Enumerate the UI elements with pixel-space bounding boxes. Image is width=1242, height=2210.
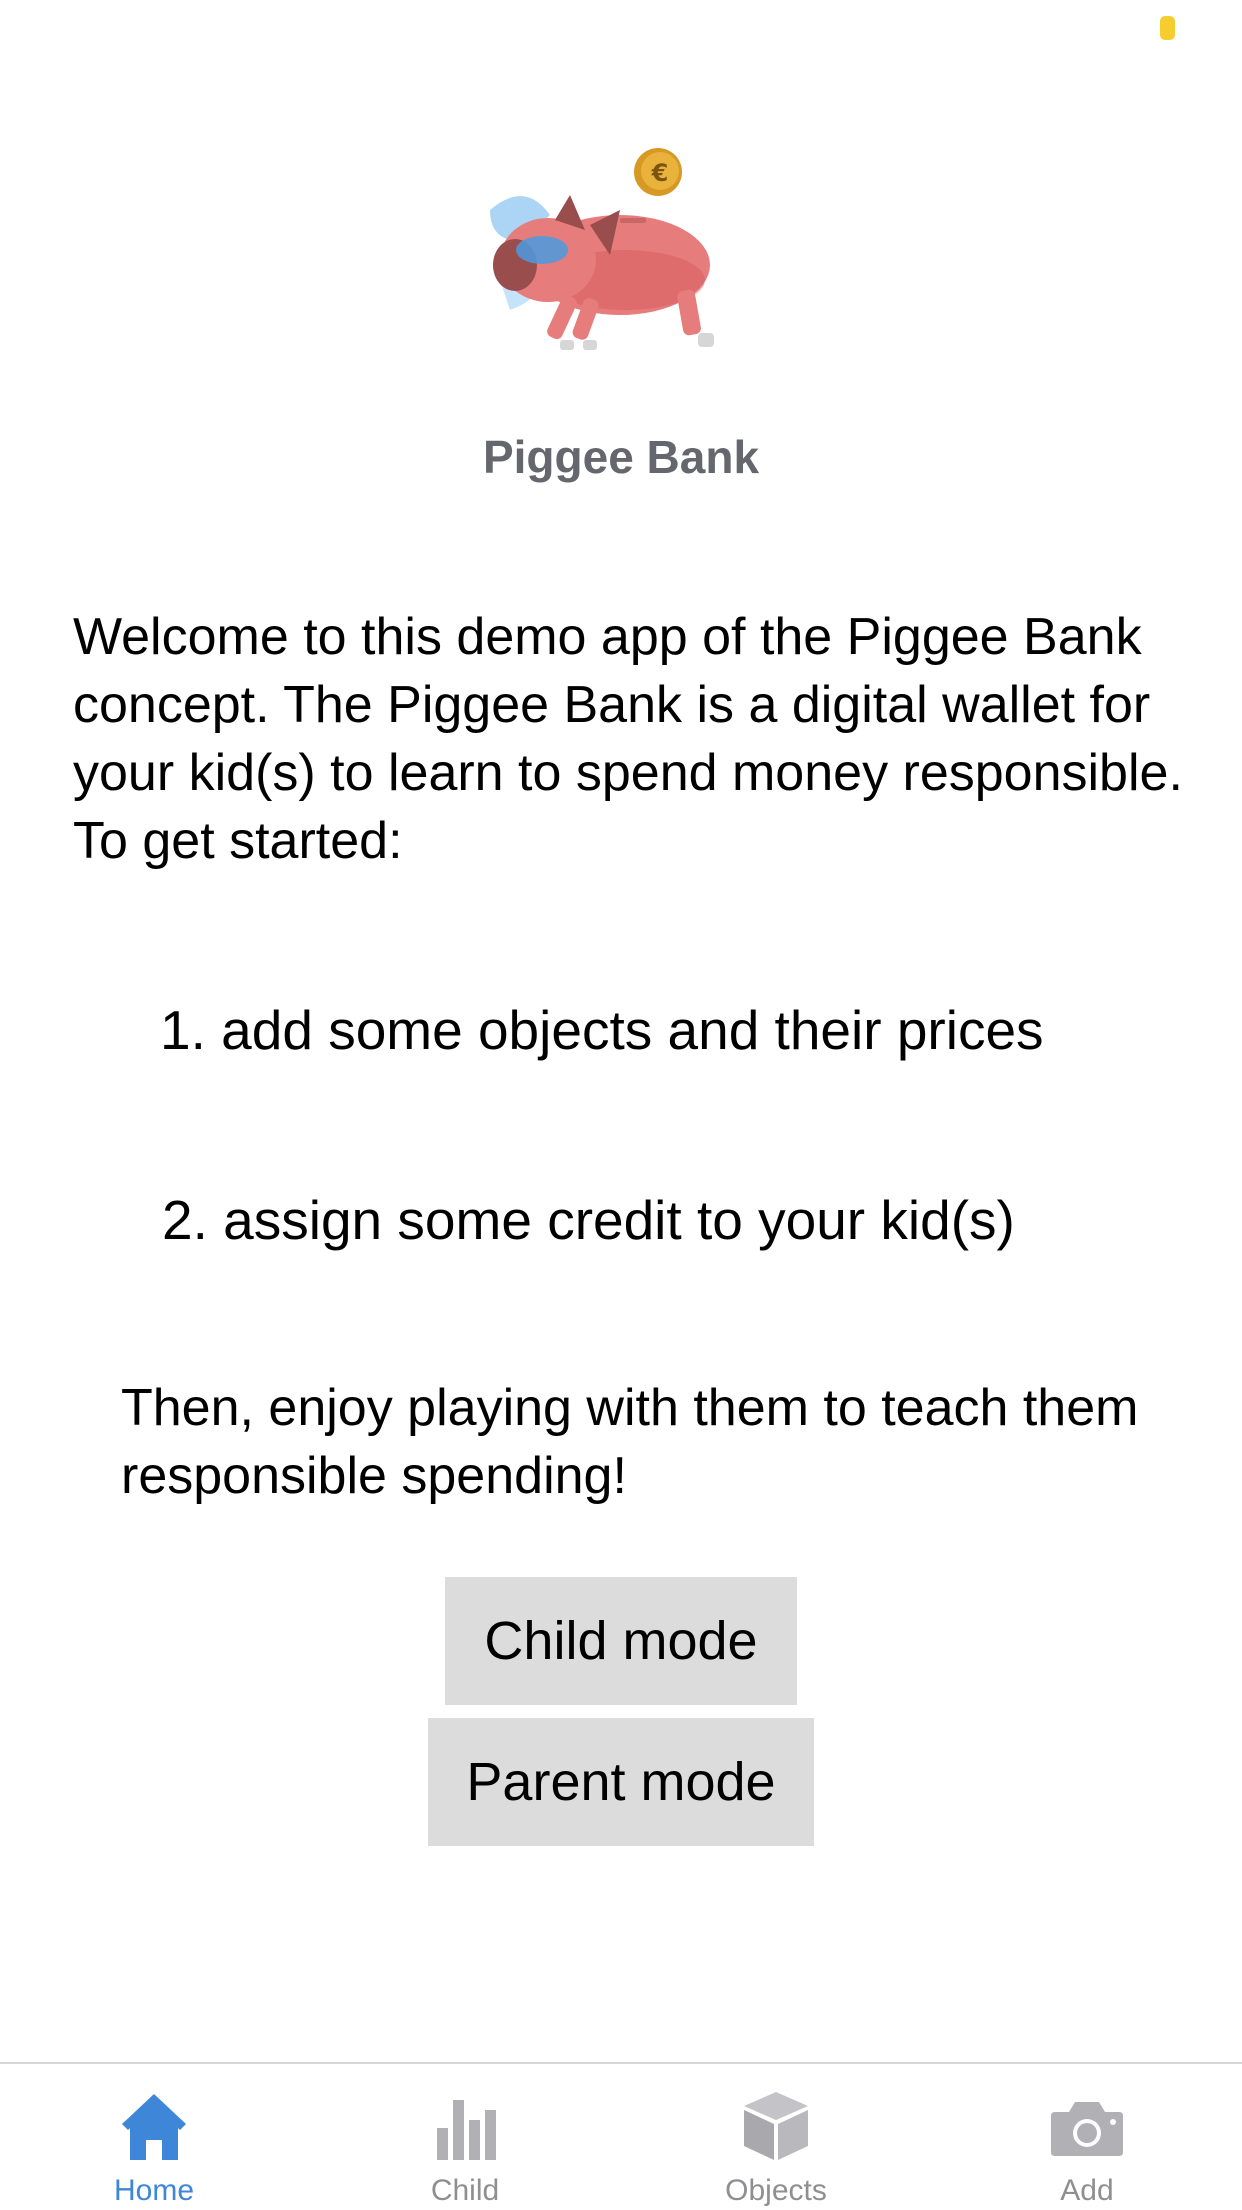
intro-text: Welcome to this demo app of the Piggee B… bbox=[73, 608, 1183, 870]
step-assign-credit: 2. assign some credit to your kid(s) bbox=[162, 1189, 1015, 1251]
bar-chart-icon bbox=[437, 2100, 496, 2160]
status-indicator bbox=[1160, 16, 1175, 40]
tab-child-label: Child bbox=[430, 2174, 500, 2207]
tab-objects-label: Objects bbox=[725, 2174, 827, 2207]
parent-mode-button[interactable]: Parent mode bbox=[428, 1718, 814, 1846]
child-mode-button[interactable]: Child mode bbox=[445, 1577, 797, 1705]
tab-home[interactable]: Home bbox=[54, 2064, 254, 2210]
tab-bar: Home Child Objects Add bbox=[0, 2062, 1242, 2210]
app-title: Piggee Bank bbox=[482, 431, 760, 483]
tab-add-label: Add bbox=[1060, 2174, 1114, 2207]
camera-icon bbox=[1051, 2102, 1123, 2156]
tab-add[interactable]: Add bbox=[987, 2064, 1187, 2210]
cube-icon bbox=[744, 2092, 808, 2160]
tab-objects[interactable]: Objects bbox=[676, 2064, 876, 2210]
tab-home-label: Home bbox=[113, 2174, 195, 2207]
step-add-objects: 1. add some objects and their prices bbox=[160, 999, 1044, 1061]
tab-child[interactable]: Child bbox=[365, 2064, 565, 2210]
piggy-bank-logo: € bbox=[490, 148, 714, 350]
house-icon bbox=[122, 2094, 186, 2160]
outro-text: Then, enjoy playing with them to teach t… bbox=[121, 1379, 1139, 1505]
svg-text:€: € bbox=[651, 159, 669, 187]
